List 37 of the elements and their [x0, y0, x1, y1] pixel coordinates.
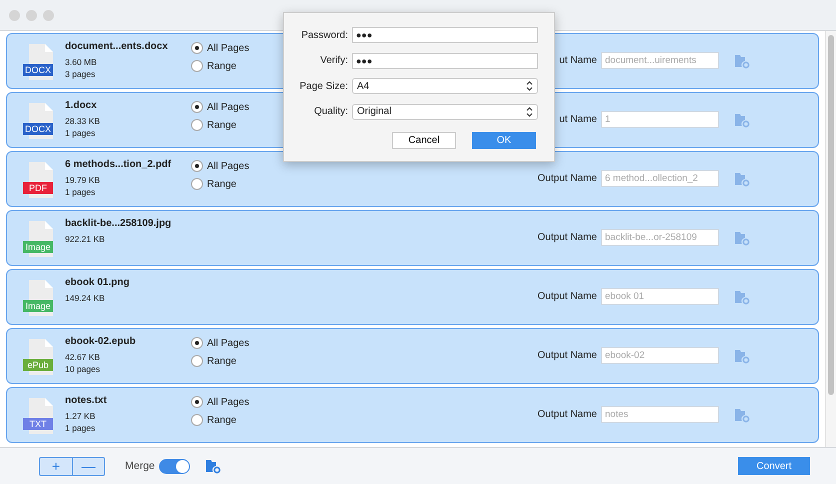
file-size: 149.24 KB [65, 292, 106, 304]
file-size: 28.33 KB [65, 115, 100, 127]
merge-label: Merge [125, 460, 155, 472]
file-name: document...ents.docx [65, 41, 168, 52]
file-size: 1.27 KB [65, 410, 96, 422]
file-size: 42.67 KB [65, 351, 101, 363]
verify-label: Verify: [319, 55, 348, 66]
page-count: 1 pages [65, 127, 96, 139]
file-type-label: Image [23, 300, 53, 312]
output-name-label: ut Name [559, 114, 597, 125]
file-name: 6 methods...tion_2.pdf [65, 159, 172, 170]
file-size: 19.79 KB [65, 174, 101, 186]
page-count: 1 pages [65, 186, 96, 198]
file-size: 3.60 MB [65, 56, 98, 68]
page-count: 1 pages [65, 422, 96, 434]
file-type-label: ePub [23, 359, 53, 371]
output-name-label: Output Name [538, 232, 597, 243]
output-name-label: Output Name [538, 173, 597, 184]
file-type-label: PDF [23, 182, 53, 194]
output-name-label: Output Name [538, 409, 597, 420]
output-name-label: ut Name [559, 55, 597, 66]
output-name-label: Output Name [538, 350, 597, 361]
file-name: notes.txt [65, 395, 107, 406]
page-count: 3 pages [65, 68, 96, 80]
file-type-label: DOCX [23, 123, 53, 135]
file-name: ebook-02.epub [65, 336, 136, 347]
quality-label: Quality: [313, 106, 348, 117]
page-size-label: Page Size: [298, 80, 348, 92]
file-name: ebook 01.png [65, 277, 130, 288]
file-type-label: DOCX [23, 64, 53, 76]
file-type-label: Image [23, 241, 53, 253]
file-name: backlit-be...258109.jpg [65, 218, 172, 229]
page-count: 10 pages [65, 363, 101, 375]
file-size: 922.21 KB [65, 233, 106, 245]
output-name-label: Output Name [538, 291, 597, 302]
file-type-label: TXT [23, 418, 53, 430]
file-name: 1.docx [65, 100, 98, 111]
